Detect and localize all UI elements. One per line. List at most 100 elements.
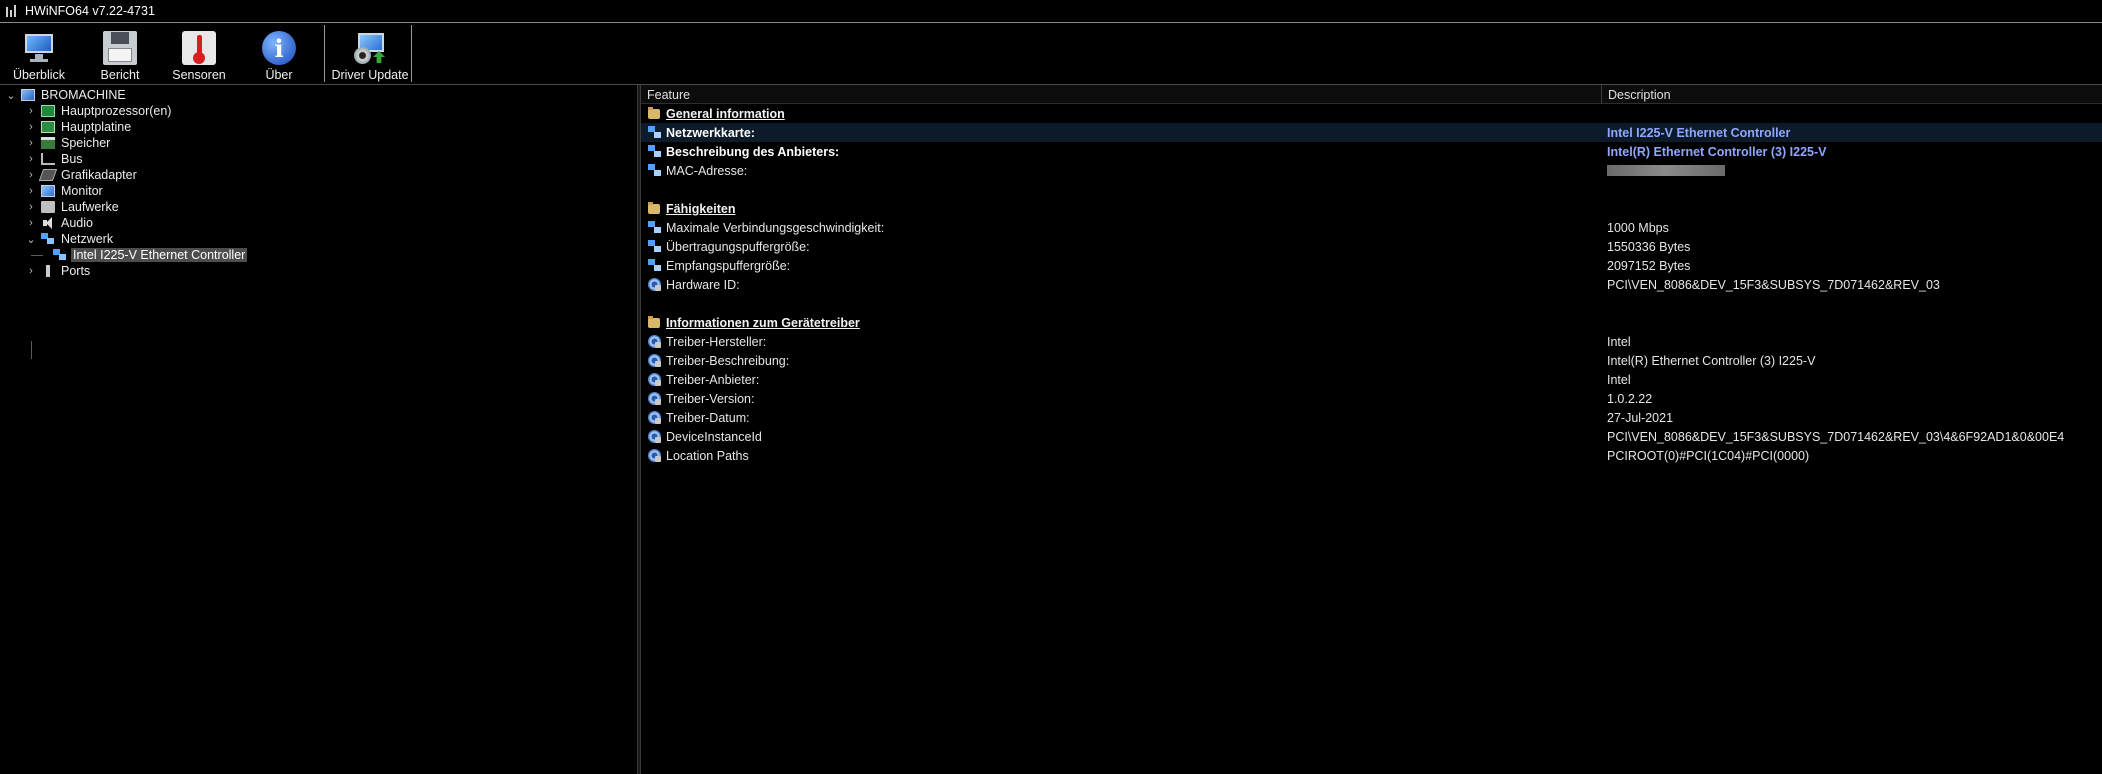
toolbar-separator <box>411 25 412 82</box>
feature-label: Empfangspuffergröße: <box>666 258 791 273</box>
detail-row[interactable]: Treiber-Anbieter: Intel <box>641 370 2102 389</box>
tree-item-drives[interactable]: › Laufwerke <box>26 199 121 215</box>
detail-row[interactable]: MAC-Adresse: <box>641 161 2102 180</box>
gear-icon <box>648 392 661 405</box>
port-icon <box>41 265 55 277</box>
feature-value: PCI\VEN_8086&DEV_15F3&SUBSYS_7D071462&RE… <box>1607 429 2065 444</box>
expand-chevron-icon[interactable]: ⌄ <box>26 231 36 247</box>
title-bar: HWiNFO64 v7.22-4731 <box>0 0 2102 22</box>
section-capabilities[interactable]: Fähigkeiten <box>641 199 2102 218</box>
computer-icon <box>21 89 35 101</box>
chevron-right-icon[interactable]: › <box>26 263 36 279</box>
detail-row[interactable]: Übertragungspuffergröße: 1550336 Bytes <box>641 237 2102 256</box>
detail-row[interactable]: Location Paths PCIROOT(0)#PCI(1C04)#PCI(… <box>641 446 2102 465</box>
feature-label: Treiber-Beschreibung: <box>666 353 790 368</box>
expand-chevron-icon[interactable]: ⌄ <box>6 87 16 103</box>
feature-label: Treiber-Anbieter: <box>666 372 760 387</box>
detail-row[interactable]: DeviceInstanceId PCI\VEN_8086&DEV_15F3&S… <box>641 427 2102 446</box>
feature-label: Maximale Verbindungsgeschwindigkeit: <box>666 220 885 235</box>
detail-row[interactable]: Empfangspuffergröße: 2097152 Bytes <box>641 256 2102 275</box>
tree-item-network[interactable]: ⌄ Netzwerk <box>26 231 115 247</box>
folder-icon <box>648 316 660 328</box>
sensors-label: Sensoren <box>172 68 226 82</box>
monitor-icon <box>22 31 56 65</box>
tree-item-ethernet-controller[interactable]: Intel I225-V Ethernet Controller <box>48 247 248 263</box>
feature-value: Intel(R) Ethernet Controller (3) I225-V <box>1607 144 1827 159</box>
detail-row[interactable]: Treiber-Beschreibung: Intel(R) Ethernet … <box>641 351 2102 370</box>
report-label: Bericht <box>100 68 140 82</box>
monitor-icon <box>41 185 55 197</box>
section-driver-info[interactable]: Informationen zum Gerätetreiber <box>641 313 2102 332</box>
tree-item-cpu[interactable]: › Hauptprozessor(en) <box>26 103 173 119</box>
memory-icon <box>41 137 55 149</box>
tree-item-ports[interactable]: › Ports <box>26 263 92 279</box>
section-general[interactable]: General information <box>641 104 2102 123</box>
detail-row[interactable]: Beschreibung des Anbieters: Intel(R) Eth… <box>641 142 2102 161</box>
speaker-icon <box>41 217 55 229</box>
gear-icon <box>648 278 661 291</box>
feature-value: 1000 Mbps <box>1607 220 1669 235</box>
tree-item-label: Laufwerke <box>61 200 119 214</box>
feature-label: Location Paths <box>666 448 749 463</box>
mac-address-value <box>1607 161 1725 180</box>
detail-row[interactable]: Treiber-Hersteller: Intel <box>641 332 2102 351</box>
detail-row[interactable]: Maximale Verbindungsgeschwindigkeit: 100… <box>641 218 2102 237</box>
chevron-right-icon[interactable]: › <box>26 119 36 135</box>
detail-row[interactable]: Treiber-Version: 1.0.2.22 <box>641 389 2102 408</box>
about-label: Über <box>265 68 293 82</box>
tree-item-label: Monitor <box>61 184 103 198</box>
tree-item-gpu[interactable]: › Grafikadapter <box>26 167 139 183</box>
chevron-right-icon[interactable]: › <box>26 167 36 183</box>
folder-icon <box>648 107 660 119</box>
chevron-right-icon[interactable]: › <box>26 151 36 167</box>
tree-item-label: Netzwerk <box>61 232 114 246</box>
overview-label: Überblick <box>12 68 66 82</box>
column-header-description[interactable]: Description <box>1602 85 2102 104</box>
gear-icon <box>648 430 661 443</box>
section-title: Fähigkeiten <box>666 201 736 216</box>
chevron-right-icon[interactable]: › <box>26 215 36 231</box>
tree-root[interactable]: ⌄ BROMACHINE <box>6 87 128 103</box>
detail-row[interactable]: Netzwerkkarte: Intel I225-V Ethernet Con… <box>641 123 2102 142</box>
device-tree[interactable]: ⌄ BROMACHINE › Hauptprozessor(en) › Haup… <box>0 85 637 774</box>
tree-item-label: Speicher <box>61 136 111 150</box>
tree-item-label: Bus <box>61 152 83 166</box>
tree-item-motherboard[interactable]: › Hauptplatine <box>26 119 133 135</box>
app-logo-icon <box>5 4 19 18</box>
feature-value: Intel <box>1607 334 1631 349</box>
overview-button[interactable]: Überblick <box>8 23 70 84</box>
chevron-right-icon[interactable]: › <box>26 135 36 151</box>
gear-icon <box>648 449 661 462</box>
about-button[interactable]: i Über <box>251 23 307 84</box>
network-icon <box>648 145 661 158</box>
column-header-feature[interactable]: Feature <box>641 85 1601 104</box>
driver-update-icon <box>353 31 387 65</box>
tree-item-label: Intel I225-V Ethernet Controller <box>71 248 248 262</box>
report-button[interactable]: Bericht <box>90 23 150 84</box>
chevron-right-icon[interactable]: › <box>26 103 36 119</box>
feature-value: 27-Jul-2021 <box>1607 410 1674 425</box>
sensors-button[interactable]: Sensoren <box>167 23 231 84</box>
tree-item-memory[interactable]: › Speicher <box>26 135 112 151</box>
thermometer-icon <box>182 31 216 65</box>
feature-value: Intel <box>1607 372 1631 387</box>
tree-item-monitor[interactable]: › Monitor <box>26 183 105 199</box>
driver-update-label: Driver Update <box>331 68 409 82</box>
feature-value: PCIROOT(0)#PCI(1C04)#PCI(0000) <box>1607 448 1810 463</box>
detail-row[interactable]: Hardware ID: PCI\VEN_8086&DEV_15F3&SUBSY… <box>641 275 2102 294</box>
section-title: Informationen zum Gerätetreiber <box>666 315 860 330</box>
tree-item-label: Hauptplatine <box>61 120 132 134</box>
feature-value: PCI\VEN_8086&DEV_15F3&SUBSYS_7D071462&RE… <box>1607 277 1940 292</box>
tree-item-audio[interactable]: › Audio <box>26 215 95 231</box>
detail-row[interactable]: Treiber-Datum: 27-Jul-2021 <box>641 408 2102 427</box>
tree-item-bus[interactable]: › Bus <box>26 151 85 167</box>
feature-label: Netzwerkkarte: <box>666 125 755 140</box>
feature-label: MAC-Adresse: <box>666 163 748 178</box>
floppy-disk-icon <box>103 31 137 65</box>
chevron-right-icon[interactable]: › <box>26 183 36 199</box>
tree-item-label: Hauptprozessor(en) <box>61 104 172 118</box>
chevron-right-icon[interactable]: › <box>26 199 36 215</box>
driver-update-button[interactable]: Driver Update <box>328 23 412 84</box>
section-title: General information <box>666 106 785 121</box>
drive-icon <box>41 201 55 213</box>
